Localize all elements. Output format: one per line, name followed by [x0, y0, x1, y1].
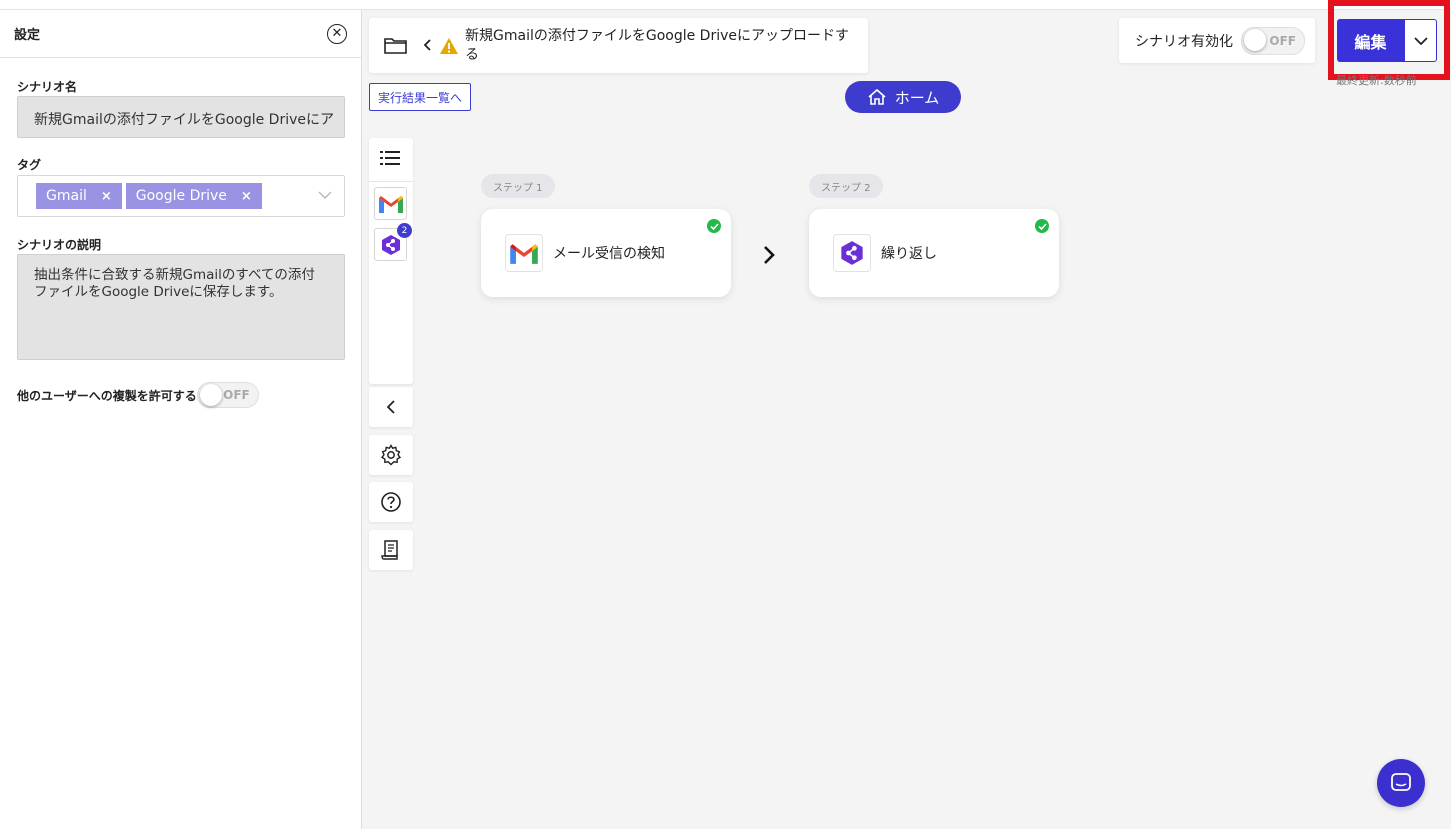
gear-icon [380, 444, 402, 466]
step-1-name: メール受信の検知 [553, 246, 665, 262]
success-check-icon [1035, 219, 1049, 233]
toggle-knob [1244, 28, 1266, 51]
help-button[interactable] [369, 482, 413, 522]
activation-label: シナリオ有効化 [1135, 33, 1233, 50]
step-1-card[interactable]: メール受信の検知 [481, 209, 731, 297]
scenario-name-field[interactable]: 新規Gmailの添付ファイルをGoogle Driveにア [17, 96, 345, 138]
activation-toggle[interactable]: OFF [1241, 26, 1305, 55]
settings-button[interactable] [369, 435, 413, 475]
step-2-card[interactable]: 繰り返し [809, 209, 1059, 297]
rail-gmail-app[interactable] [374, 187, 407, 220]
folder-icon[interactable] [383, 36, 409, 56]
tags-input[interactable]: Gmail × Google Drive × [17, 175, 345, 217]
allow-duplicate-toggle[interactable]: OFF [196, 382, 259, 408]
step-2-label: ステップ 2 [809, 174, 883, 198]
tag-google-drive: Google Drive × [125, 183, 262, 209]
description-label: シナリオの説明 [17, 238, 102, 252]
scenario-name-label: シナリオ名 [17, 80, 78, 94]
tags-label: タグ [17, 158, 42, 172]
scenario-activation: シナリオ有効化 OFF [1119, 18, 1315, 63]
scenario-title: 新規Gmailの添付ファイルをGoogle Driveにアップロードする [465, 28, 849, 63]
home-button[interactable]: ホーム [845, 81, 961, 113]
settings-panel-title: 設定 [14, 28, 41, 43]
app-rail: 2 [369, 138, 413, 384]
home-button-label: ホーム [894, 88, 940, 107]
list-icon[interactable] [380, 150, 400, 166]
description-field[interactable]: 抽出条件に合致する新規Gmailのすべての添付ファイルをGoogle Drive… [17, 254, 345, 360]
chat-icon [1391, 773, 1411, 791]
close-icon[interactable]: ✕ [327, 23, 347, 44]
chat-support-button[interactable] [1377, 759, 1425, 807]
chevron-down-icon [1413, 36, 1428, 45]
settings-panel: 設定 ✕ シナリオ名 新規Gmailの添付ファイルをGoogle Driveにア… [0, 10, 362, 829]
loop-icon [841, 241, 863, 265]
toggle-state: OFF [223, 388, 250, 402]
tag-label: Google Drive [135, 188, 227, 204]
back-chevron-icon[interactable] [423, 36, 431, 55]
toggle-knob [199, 384, 222, 406]
log-button[interactable] [369, 530, 413, 570]
results-list-link[interactable]: 実行結果一覧へ [369, 83, 472, 111]
gmail-icon [378, 195, 403, 213]
collapse-rail-button[interactable] [369, 387, 413, 427]
success-check-icon [707, 219, 721, 233]
allow-duplicate-row: 他のユーザーへの複製を許可する OFF [17, 382, 259, 408]
app-count-badge: 2 [397, 223, 412, 238]
top-strip [0, 0, 1451, 10]
step-2-name: 繰り返し [881, 246, 937, 262]
edit-dropdown-button[interactable] [1404, 19, 1437, 62]
gmail-icon [510, 243, 538, 264]
toggle-state: OFF [1269, 33, 1296, 48]
tag-label: Gmail [46, 188, 87, 204]
chevron-left-icon [387, 400, 395, 414]
document-log-icon [381, 540, 398, 560]
tag-remove-icon[interactable]: × [241, 189, 252, 204]
rail-divider [369, 181, 413, 182]
home-icon [868, 88, 886, 105]
allow-duplicate-label: 他のユーザーへの複製を許可する [17, 388, 197, 403]
step-2-app-tile [833, 234, 871, 272]
settings-panel-header: 設定 ✕ [0, 10, 361, 58]
rail-loop-app[interactable]: 2 [374, 223, 412, 261]
step-1-label: ステップ 1 [481, 174, 555, 198]
last-updated-text: 最終更新:数秒前 [1336, 74, 1417, 87]
step-1-app-tile [505, 234, 543, 272]
help-icon [381, 492, 401, 512]
edit-button[interactable]: 編集 [1337, 19, 1404, 62]
step-arrow-icon [764, 246, 775, 264]
warning-icon [440, 37, 458, 54]
loop-icon [381, 234, 400, 255]
chevron-down-icon[interactable] [318, 188, 332, 202]
scenario-title-bar: 新規Gmailの添付ファイルをGoogle Driveにアップロードする [369, 18, 868, 73]
tag-remove-icon[interactable]: × [101, 189, 112, 204]
tag-gmail: Gmail × [36, 183, 122, 209]
